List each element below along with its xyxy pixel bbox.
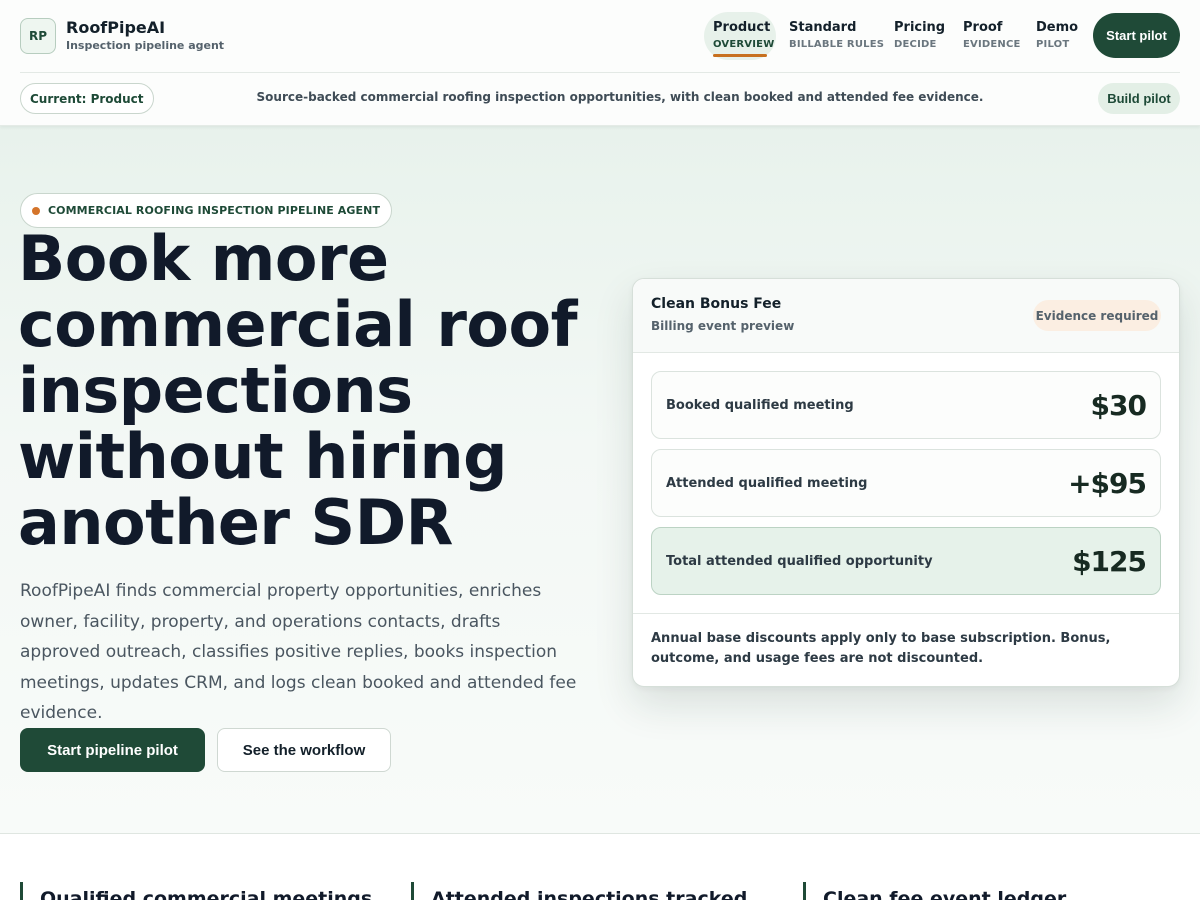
nav-item-label: Standard <box>789 20 857 35</box>
brand-tagline: Inspection pipeline agent <box>66 39 225 52</box>
fee-card-divider <box>633 613 1179 614</box>
brand[interactable]: RP RoofPipeAI Inspection pipeline agent <box>20 18 224 54</box>
start-pipeline-pilot-button[interactable]: Start pipeline pilot <box>20 728 205 772</box>
nav-item-sublabel: EVIDENCE <box>963 39 1021 50</box>
nav-item-label: Pricing <box>894 20 946 35</box>
fee-discount-note: Annual base discounts apply only to base… <box>651 631 1111 666</box>
nav-item-demo[interactable]: Demo PILOT <box>1027 12 1083 60</box>
eyebrow-label: COMMERCIAL ROOFING INSPECTION PIPELINE A… <box>48 204 381 217</box>
status-dot-icon <box>32 206 40 215</box>
hero-description: RoofPipeAI finds commercial property opp… <box>20 581 577 723</box>
fee-row-label: Total attended qualified opportunity <box>666 553 933 569</box>
fee-card-title: Clean Bonus Fee <box>651 296 782 312</box>
fee-row-amount: $125 <box>1072 544 1147 578</box>
see-workflow-button[interactable]: See the workflow <box>217 728 391 772</box>
nav-item-product[interactable]: Product OVERVIEW <box>704 12 776 60</box>
fee-row-total: Total attended qualified opportunity $12… <box>651 527 1161 595</box>
header-strapline: Source-backed commercial roofing inspect… <box>256 90 984 104</box>
build-pilot-button[interactable]: Build pilot <box>1098 83 1180 114</box>
site-header: RP RoofPipeAI Inspection pipeline agent … <box>0 0 1200 126</box>
nav-item-sublabel: OVERVIEW <box>713 39 775 50</box>
fee-row-label: Booked qualified meeting <box>666 397 854 413</box>
nav-item-proof[interactable]: Proof EVIDENCE <box>954 12 1022 60</box>
fee-row-attended: Attended qualified meeting +$95 <box>651 449 1161 517</box>
evidence-required-badge: Evidence required <box>1033 300 1161 331</box>
nav-item-standard[interactable]: Standard BILLABLE RULES <box>780 12 885 60</box>
feature-strip: Qualified commercial meetings Attended i… <box>0 835 1200 900</box>
hero-section: COMMERCIAL ROOFING INSPECTION PIPELINE A… <box>0 126 1200 834</box>
fee-preview-card: Clean Bonus Fee Billing event preview Ev… <box>632 278 1180 687</box>
fee-row-label: Attended qualified meeting <box>666 475 868 491</box>
brand-name: RoofPipeAI <box>66 18 166 37</box>
active-nav-indicator <box>713 54 767 57</box>
nav-item-sublabel: BILLABLE RULES <box>789 39 885 50</box>
nav-item-sublabel: PILOT <box>1036 39 1070 50</box>
start-pilot-button[interactable]: Start pilot <box>1093 13 1180 58</box>
hero-headline: Book more commercial roof inspections wi… <box>18 222 578 559</box>
feature-item: Clean fee event ledger <box>803 882 1066 900</box>
feature-item: Attended inspections tracked <box>411 882 747 900</box>
fee-card-header: Clean Bonus Fee Billing event preview Ev… <box>633 279 1179 353</box>
header-divider <box>20 72 1180 73</box>
brand-logo: RP <box>20 18 56 54</box>
fee-row-amount: +$95 <box>1068 466 1147 500</box>
fee-row-amount: $30 <box>1090 388 1147 422</box>
nav-item-label: Demo <box>1036 20 1079 35</box>
nav-item-label: Product <box>713 20 771 35</box>
nav-item-label: Proof <box>963 20 1003 35</box>
nav-item-sublabel: DECIDE <box>894 39 937 50</box>
fee-card-subtitle: Billing event preview <box>651 319 795 333</box>
nav-item-pricing[interactable]: Pricing DECIDE <box>885 12 949 60</box>
feature-item: Qualified commercial meetings <box>20 882 372 900</box>
fee-row-booked: Booked qualified meeting $30 <box>651 371 1161 439</box>
current-section-badge: Current: Product <box>20 83 154 114</box>
